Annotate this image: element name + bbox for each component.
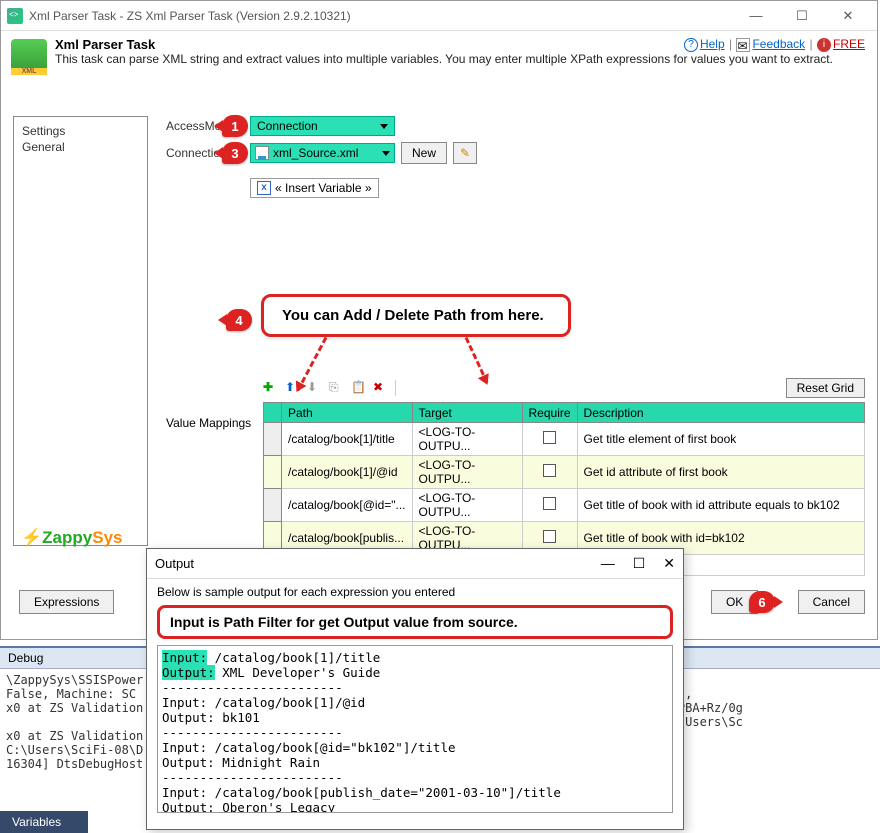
- value-mappings-label: Value Mappings: [166, 416, 251, 430]
- require-checkbox[interactable]: [543, 530, 556, 543]
- header-desc: This task can parse XML string and extra…: [55, 52, 833, 66]
- header-links: ?Help | ✉Feedback | iFREE: [684, 37, 865, 52]
- accessmode-dropdown[interactable]: Connection: [250, 116, 395, 136]
- grid-corner: [264, 403, 282, 423]
- badge-1: 1: [222, 115, 248, 137]
- grid-toolbar: ✚ ⬆ ⬇ ⎘ 📋 ✖: [263, 380, 396, 396]
- help-link[interactable]: Help: [700, 37, 725, 51]
- reset-grid-button[interactable]: Reset Grid: [786, 378, 865, 398]
- require-checkbox[interactable]: [543, 497, 556, 510]
- pencil-icon: ✎: [460, 146, 470, 160]
- sidebar-item-settings[interactable]: Settings: [22, 123, 139, 139]
- copy-icon[interactable]: ⎘: [329, 380, 345, 396]
- move-up-icon[interactable]: ⬆: [285, 380, 301, 396]
- sidebar: Settings General: [13, 116, 148, 546]
- col-require[interactable]: Require: [522, 403, 577, 423]
- close-button[interactable]: ✕: [663, 555, 675, 572]
- close-button[interactable]: ✕: [825, 2, 871, 30]
- zappysys-logo: ⚡ZappySys: [21, 528, 122, 548]
- chevron-down-icon: [382, 151, 390, 156]
- callout-add-delete: You can Add / Delete Path from here.: [261, 294, 571, 337]
- separator: [395, 380, 396, 396]
- insert-variable-label: « Insert Variable »: [275, 181, 372, 195]
- badge-3: 3: [222, 142, 248, 164]
- window-title: Xml Parser Task - ZS Xml Parser Task (Ve…: [29, 9, 733, 23]
- connection-value: xml_Source.xml: [273, 146, 358, 160]
- edit-connection-button[interactable]: ✎: [453, 142, 477, 164]
- paste-icon[interactable]: 📋: [351, 380, 367, 396]
- expressions-button[interactable]: Expressions: [19, 590, 114, 614]
- output-desc: Below is sample output for each expressi…: [147, 579, 683, 603]
- help-icon: ?: [684, 38, 698, 52]
- mail-icon: ✉: [736, 38, 750, 52]
- app-icon: [7, 8, 23, 24]
- delete-icon[interactable]: ✖: [373, 380, 389, 396]
- new-button[interactable]: New: [401, 142, 447, 164]
- insert-variable-button[interactable]: x « Insert Variable »: [250, 178, 379, 198]
- callout-input-path: Input is Path Filter for get Output valu…: [157, 605, 673, 639]
- variables-tab[interactable]: Variables: [0, 811, 88, 833]
- col-path[interactable]: Path: [282, 403, 413, 423]
- require-checkbox[interactable]: [543, 464, 556, 477]
- cancel-button[interactable]: Cancel: [798, 590, 865, 614]
- minimize-button[interactable]: —: [601, 555, 615, 572]
- main-window: Xml Parser Task - ZS Xml Parser Task (Ve…: [0, 0, 878, 640]
- file-icon: [255, 146, 269, 160]
- accessmode-value: Connection: [257, 119, 318, 133]
- free-link[interactable]: FREE: [833, 37, 865, 51]
- minimize-button[interactable]: —: [733, 2, 779, 30]
- maximize-button[interactable]: ☐: [633, 555, 646, 572]
- info-icon: i: [817, 38, 831, 52]
- badge-4: 4: [226, 309, 252, 331]
- chevron-down-icon: [380, 124, 388, 129]
- table-row[interactable]: /catalog/book[@id="...<LOG-TO-OUTPU... G…: [264, 489, 865, 522]
- output-text[interactable]: Input: /catalog/book[1]/title Output: XM…: [157, 645, 673, 813]
- sidebar-item-general[interactable]: General: [22, 139, 139, 155]
- bolt-icon: ⚡: [21, 528, 42, 547]
- table-row[interactable]: /catalog/book[1]/@id<LOG-TO-OUTPU... Get…: [264, 456, 865, 489]
- arrow-to-delete-icon: [465, 337, 489, 384]
- connection-dropdown[interactable]: xml_Source.xml: [250, 143, 395, 163]
- titlebar: Xml Parser Task - ZS Xml Parser Task (Ve…: [1, 1, 877, 31]
- badge-6: 6: [749, 591, 775, 613]
- maximize-button[interactable]: ☐: [779, 2, 825, 30]
- table-row[interactable]: /catalog/book[1]/title<LOG-TO-OUTPU... G…: [264, 423, 865, 456]
- output-window: Output — ☐ ✕ Below is sample output for …: [146, 548, 684, 830]
- output-title: Output: [155, 556, 194, 571]
- require-checkbox[interactable]: [543, 431, 556, 444]
- add-icon[interactable]: ✚: [263, 380, 279, 396]
- task-icon: [11, 39, 47, 75]
- col-target[interactable]: Target: [412, 403, 522, 423]
- variable-icon: x: [257, 181, 271, 195]
- move-down-icon[interactable]: ⬇: [307, 380, 323, 396]
- col-description[interactable]: Description: [577, 403, 864, 423]
- feedback-link[interactable]: Feedback: [752, 37, 805, 51]
